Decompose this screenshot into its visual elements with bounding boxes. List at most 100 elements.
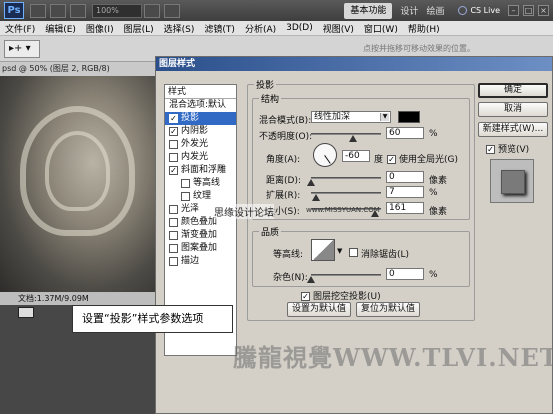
menu-view[interactable]: 视图(V) [318, 22, 359, 35]
contour-label: 等高线: [273, 250, 304, 260]
contour-dropdown-icon[interactable]: ▼ [337, 247, 342, 255]
photoshop-logo: Ps [4, 2, 24, 19]
distance-slider[interactable] [307, 177, 381, 186]
blend-mode-label: 混合模式(B): [259, 116, 312, 126]
opacity-slider[interactable] [311, 133, 381, 142]
document-window: psd @ 50% (图层 2, RGB/8) 文档:1.37M/9.09M [0, 62, 155, 414]
distance-input[interactable]: 0 [386, 171, 424, 183]
menu-filter[interactable]: 滤镜(T) [199, 22, 240, 35]
style-item[interactable]: 外发光 [165, 138, 236, 151]
angle-input[interactable]: -60 [342, 150, 370, 162]
preview-checkbox[interactable]: ✓ 预览(V) [486, 142, 529, 155]
styles-header[interactable]: 样式 [165, 85, 236, 99]
make-default-button[interactable]: 设置为默认值 [287, 302, 351, 317]
workspace-essentials-button[interactable]: 基本功能 [344, 2, 393, 19]
zoom-level-field[interactable]: 100% [92, 3, 142, 18]
menu-image[interactable]: 图像(I) [81, 22, 119, 35]
maximize-button[interactable]: □ [523, 5, 534, 16]
menu-layer[interactable]: 图层(L) [119, 22, 159, 35]
antialias-checkbox[interactable]: 消除锯齿(L) [349, 247, 409, 260]
tool-preset-picker[interactable]: ▸+ ▾ [4, 39, 40, 58]
style-item[interactable]: 渐变叠加 [165, 229, 236, 242]
spread-slider-knob[interactable] [312, 194, 320, 201]
checkbox-icon[interactable] [169, 244, 178, 253]
cancel-button[interactable]: 取消 [478, 102, 548, 117]
contour-picker[interactable] [311, 239, 335, 261]
check-icon[interactable]: ✓ [169, 114, 178, 123]
checkbox-icon[interactable] [181, 192, 190, 201]
style-item-label: 斜面和浮雕 [181, 165, 227, 175]
style-preview-thumbnail [490, 159, 534, 203]
menu-window[interactable]: 窗口(W) [359, 22, 403, 35]
style-item-label: 图案叠加 [181, 243, 218, 253]
style-item[interactable]: ✓ 斜面和浮雕 [165, 164, 236, 177]
arrange-documents-icon[interactable] [164, 3, 180, 18]
site-watermark: 騰龍視覺WWW.TLVI.NET [233, 343, 553, 372]
noise-unit: % [429, 270, 438, 280]
style-item-label: 纹理 [193, 191, 212, 201]
distance-slider-knob[interactable] [307, 179, 315, 186]
checkbox-icon[interactable] [169, 153, 178, 162]
noise-input[interactable]: 0 [386, 268, 424, 280]
checkbox-icon[interactable] [169, 140, 178, 149]
menu-edit[interactable]: 编辑(E) [40, 22, 81, 35]
close-button[interactable]: × [538, 5, 549, 16]
checkbox-icon [349, 248, 358, 257]
knockout-checkbox[interactable]: ✓ 图层挖空投影(U) [301, 289, 381, 302]
spread-slider[interactable] [311, 192, 381, 201]
checkbox-icon[interactable] [169, 205, 178, 214]
menu-file[interactable]: 文件(F) [0, 22, 40, 35]
checkbox-icon[interactable] [181, 179, 190, 188]
workspace-design[interactable]: 设计 [400, 4, 418, 17]
new-style-button[interactable]: 新建样式(W)... [478, 122, 548, 137]
menu-analysis[interactable]: 分析(A) [240, 22, 281, 35]
opacity-unit: % [429, 129, 438, 139]
forum-watermark: 思缘设计论坛 [214, 204, 274, 219]
menu-select[interactable]: 选择(S) [159, 22, 200, 35]
style-item-label: 内发光 [181, 152, 209, 162]
size-input[interactable]: 161 [386, 202, 424, 214]
application-bar: Ps 100% 基本功能 设计 绘画 CS Live – □ × [0, 0, 553, 21]
blend-options-item[interactable]: 混合选项:默认 [165, 99, 236, 112]
spread-input[interactable]: 7 [386, 186, 424, 198]
opacity-input[interactable]: 60 [386, 127, 424, 139]
hand-tool-icon[interactable] [144, 3, 160, 18]
style-item[interactable]: 图案叠加 [165, 242, 236, 255]
tutorial-callout: 设置“投影”样式参数选项 [72, 305, 233, 333]
blend-mode-select[interactable]: 线性加深 ▼ [311, 111, 391, 123]
noise-slider[interactable] [307, 274, 381, 283]
shadow-color-swatch[interactable] [398, 111, 420, 123]
style-item[interactable]: ✓ 内阴影 [165, 125, 236, 138]
check-icon[interactable]: ✓ [169, 166, 178, 175]
navigator-thumbnail [18, 307, 34, 318]
document-tab[interactable]: psd @ 50% (图层 2, RGB/8) [0, 62, 155, 76]
angle-dial[interactable] [313, 143, 337, 167]
style-item[interactable]: 描边 [165, 255, 236, 268]
style-item[interactable]: 内发光 [165, 151, 236, 164]
style-item[interactable]: 纹理 [165, 190, 236, 203]
bridge-icon[interactable] [30, 3, 46, 18]
antialias-label: 消除锯齿(L) [361, 250, 410, 260]
global-light-checkbox[interactable]: ✓ 使用全局光(G) [387, 152, 458, 165]
check-icon[interactable]: ✓ [169, 127, 178, 136]
ok-button[interactable]: 确定 [478, 83, 548, 98]
reset-default-button[interactable]: 复位为默认值 [356, 302, 420, 317]
mini-bridge-icon[interactable] [50, 3, 66, 18]
cs-live-button[interactable]: CS Live [458, 6, 500, 15]
workspace-painting[interactable]: 绘画 [426, 4, 444, 17]
document-canvas[interactable] [0, 76, 155, 292]
noise-slider-knob[interactable] [307, 276, 315, 283]
checkbox-icon[interactable] [169, 218, 178, 227]
opacity-label: 不透明度(O): [259, 132, 313, 142]
menu-3d[interactable]: 3D(D) [281, 23, 318, 33]
menu-help[interactable]: 帮助(H) [403, 22, 445, 35]
style-item-label: 等高线 [193, 178, 221, 188]
size-unit: 像素 [429, 207, 448, 217]
checkbox-icon[interactable] [169, 231, 178, 240]
style-item[interactable]: 等高线 [165, 177, 236, 190]
opacity-slider-knob[interactable] [349, 135, 357, 142]
style-item[interactable]: ✓ 投影 [165, 112, 236, 125]
checkbox-icon[interactable] [169, 257, 178, 266]
view-extras-icon[interactable] [70, 3, 86, 18]
minimize-button[interactable]: – [508, 5, 519, 16]
